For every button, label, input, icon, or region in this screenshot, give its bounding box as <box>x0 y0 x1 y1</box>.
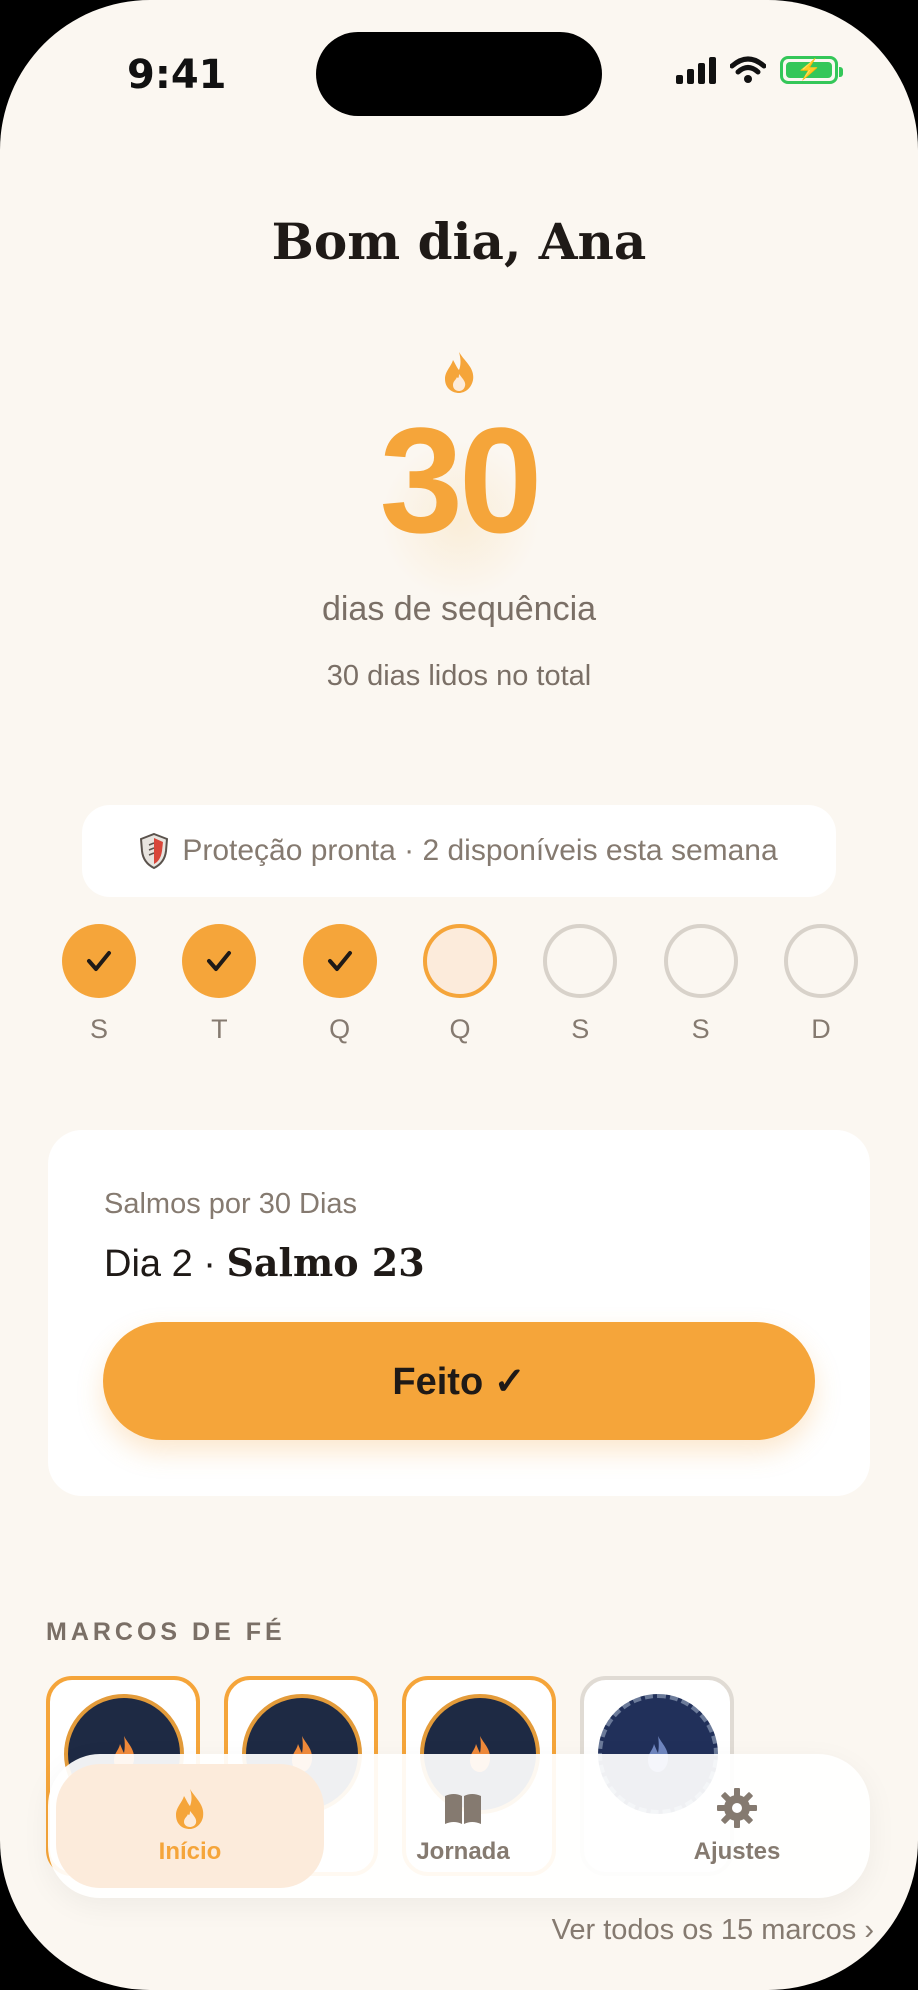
see-all-milestones-link[interactable]: Ver todos os 15 marcos › <box>552 1914 874 1947</box>
reading-day: Dia 2 · <box>104 1243 227 1285</box>
checkmark-icon <box>207 951 232 971</box>
day-status-done <box>302 924 377 998</box>
checkmark-icon <box>87 951 111 971</box>
status-icons: ⚡ <box>676 56 843 84</box>
tab-label: Início <box>158 1838 222 1865</box>
reading-passage: Salmo 23 <box>226 1240 425 1285</box>
weekday-letter: D <box>811 1014 831 1044</box>
weekday-3: Q <box>422 924 497 1045</box>
streak-count: 30 <box>379 396 543 564</box>
total-days-label: 30 dias lidos no total <box>326 660 592 692</box>
weekday-2: Q <box>302 924 377 1045</box>
wifi-icon <box>730 56 766 83</box>
checkmark-icon <box>327 951 352 971</box>
weekday-letter: S <box>691 1014 710 1044</box>
tab-jornada[interactable]: Jornada <box>378 1764 548 1888</box>
day-status-future <box>663 924 738 998</box>
milestones-title: MARCOS DE FÉ <box>46 1618 286 1646</box>
weekday-letter: Q <box>329 1014 351 1044</box>
streak-label: dias de sequência <box>321 590 597 628</box>
reading-card: Salmos por 30 Dias Dia 2 · Salmo 23 Feit… <box>48 1130 870 1496</box>
mark-done-button[interactable]: Feito ✓ <box>103 1322 815 1440</box>
weekday-1: T <box>182 924 257 1045</box>
weekday-letter: S <box>571 1014 590 1044</box>
weekday-letter: S <box>89 1014 108 1044</box>
book-icon <box>445 1794 481 1824</box>
cellular-signal-icon <box>676 56 716 84</box>
tab-ajustes[interactable]: Ajustes <box>652 1764 822 1888</box>
flame-icon <box>445 352 474 393</box>
tab-inicio[interactable]: Início <box>56 1764 324 1888</box>
tab-label: Jornada <box>416 1838 510 1865</box>
greeting-title: Bom dia, Ana <box>271 212 647 271</box>
tab-bar: Início Jornada Ajustes <box>48 1754 870 1898</box>
weekday-4: S <box>543 924 618 1045</box>
flame-icon <box>176 1789 204 1829</box>
reading-plan-name: Salmos por 30 Dias <box>104 1188 358 1220</box>
day-status-done <box>62 924 136 998</box>
day-status-future <box>543 924 618 998</box>
battery-charging-icon: ⚡ <box>780 56 843 84</box>
weekday-6: D <box>783 924 858 1045</box>
tab-label: Ajustes <box>693 1838 781 1865</box>
day-status-today <box>422 924 497 998</box>
gear-icon <box>717 1788 757 1828</box>
shield-icon <box>140 833 169 869</box>
dynamic-island <box>316 32 602 116</box>
app-screen: 9:41 ⚡ Bom dia, Ana 30 dias de sequência… <box>0 0 918 1990</box>
status-time: 9:41 <box>127 52 227 98</box>
day-status-future <box>783 924 858 998</box>
day-status-done <box>182 924 257 998</box>
weekday-letter: Q <box>449 1014 471 1044</box>
protection-text: Proteção pronta · 2 disponíveis esta sem… <box>182 834 778 867</box>
streak-protection-banner[interactable]: Proteção pronta · 2 disponíveis esta sem… <box>82 805 836 897</box>
weekday-5: S <box>663 924 738 1045</box>
weekday-0: S <box>62 924 136 1045</box>
weekday-letter: T <box>211 1014 228 1044</box>
week-progress: S T Q Q S S D <box>62 924 858 1045</box>
reading-title: Dia 2 · Salmo 23 <box>104 1240 425 1286</box>
